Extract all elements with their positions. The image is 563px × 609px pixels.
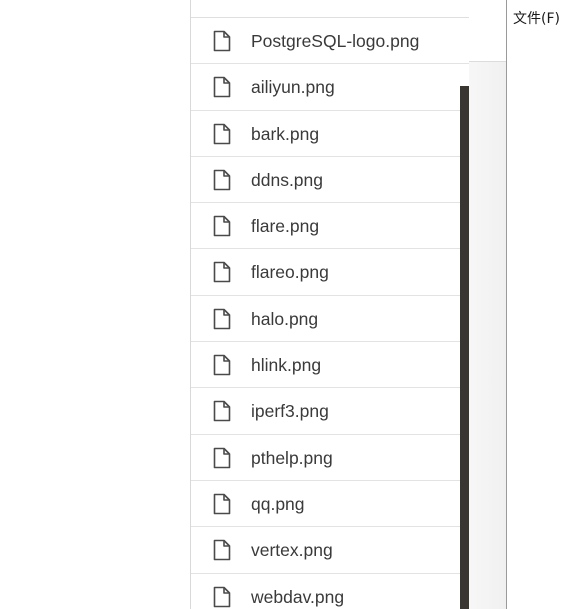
parent-directory-row[interactable]: " <box>191 0 481 18</box>
file-row[interactable]: flareo.png <box>191 249 481 296</box>
file-row[interactable]: PostgreSQL-logo.png <box>191 18 481 65</box>
file-row[interactable]: bark.png <box>191 111 481 157</box>
window-side-area <box>469 62 506 609</box>
file-icon <box>213 169 231 191</box>
screen: " PostgreSQL-logo.png ailiyun.png bark.png… <box>0 0 563 609</box>
file-icon <box>213 123 231 145</box>
notepad-window: 文件(F) <box>469 0 563 609</box>
file-name-link[interactable]: halo.png <box>251 296 318 342</box>
file-row[interactable]: ailiyun.png <box>191 64 481 111</box>
window-toolbar-area <box>469 0 506 62</box>
file-name-link[interactable]: flare.png <box>251 203 319 249</box>
menu-file[interactable]: 文件(F) <box>513 8 560 28</box>
file-icon <box>213 586 231 608</box>
file-row[interactable]: webdav.png <box>191 574 481 609</box>
file-row[interactable]: qq.png <box>191 481 481 528</box>
file-list-panel: " PostgreSQL-logo.png ailiyun.png bark.png… <box>190 0 481 609</box>
file-name-link[interactable]: pthelp.png <box>251 435 333 481</box>
menu-bar: 文件(F) <box>507 0 563 34</box>
file-row[interactable]: pthelp.png <box>191 435 481 481</box>
file-icon <box>213 354 231 376</box>
file-name-link[interactable]: webdav.png <box>251 574 344 609</box>
file-row[interactable]: iperf3.png <box>191 388 481 435</box>
file-icon <box>213 308 231 330</box>
file-icon <box>213 30 231 52</box>
file-row[interactable]: hlink.png <box>191 342 481 389</box>
file-icon <box>213 76 231 98</box>
file-list: PostgreSQL-logo.png ailiyun.png bark.png dd… <box>191 18 481 609</box>
file-icon <box>213 215 231 237</box>
file-name-link[interactable]: flareo.png <box>251 249 329 295</box>
file-name-link[interactable]: vertex.png <box>251 527 333 573</box>
file-row[interactable]: vertex.png <box>191 527 481 574</box>
file-icon <box>213 493 231 515</box>
window-divider <box>506 0 507 609</box>
file-icon <box>213 400 231 422</box>
parent-directory-glyph: " <box>215 0 224 9</box>
scrollbar[interactable] <box>460 86 469 609</box>
file-row[interactable]: flare.png <box>191 203 481 250</box>
file-name-link[interactable]: ailiyun.png <box>251 64 335 110</box>
file-icon <box>213 539 231 561</box>
file-icon <box>213 261 231 283</box>
file-row[interactable]: halo.png <box>191 296 481 343</box>
file-name-link[interactable]: PostgreSQL-logo.png <box>251 18 419 64</box>
file-icon <box>213 447 231 469</box>
file-name-link[interactable]: iperf3.png <box>251 388 329 434</box>
file-name-link[interactable]: bark.png <box>251 111 319 157</box>
file-name-link[interactable]: ddns.png <box>251 157 323 203</box>
file-row[interactable]: ddns.png <box>191 157 481 204</box>
file-name-link[interactable]: qq.png <box>251 481 305 527</box>
file-name-link[interactable]: hlink.png <box>251 342 321 388</box>
